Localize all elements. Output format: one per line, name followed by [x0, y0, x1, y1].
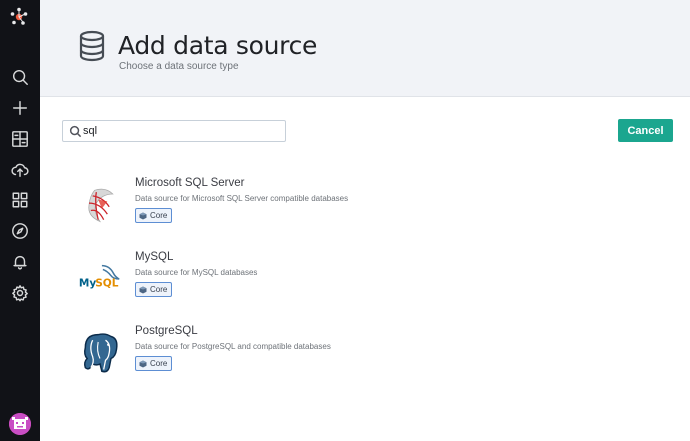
core-badge: Core	[135, 208, 173, 223]
avatar[interactable]	[9, 413, 31, 435]
mssql-logo	[76, 181, 124, 229]
mysql-logo: My SQL	[76, 255, 124, 303]
database-icon	[78, 30, 106, 62]
datasource-name: MySQL	[135, 251, 174, 263]
explore-icon[interactable]	[9, 220, 31, 242]
sidebar	[0, 0, 40, 441]
datasource-description: Data source for MySQL databases	[135, 268, 258, 277]
search-icon	[69, 125, 82, 138]
datasource-description: Data source for Microsoft SQL Server com…	[135, 194, 349, 203]
datasource-name: Microsoft SQL Server	[135, 177, 245, 189]
datasource-description: Data source for PostgreSQL and compatibl…	[135, 342, 331, 351]
gear-icon[interactable]	[9, 282, 31, 304]
datasource-item-mysql[interactable]: My SQL MySQL Data source for MySQL datab…	[62, 251, 672, 317]
core-badge: Core	[135, 282, 173, 297]
apps-icon[interactable]	[9, 189, 31, 211]
cube-icon	[139, 360, 147, 367]
core-badge: Core	[135, 356, 173, 371]
badge-label: Core	[150, 285, 168, 294]
page-title: Add data source	[118, 31, 318, 60]
dashboards-icon[interactable]	[9, 128, 31, 150]
search-input[interactable]	[83, 122, 281, 140]
badge-label: Core	[150, 211, 168, 220]
upload-icon[interactable]	[9, 159, 31, 181]
svg-text:SQL: SQL	[95, 278, 119, 290]
badge-label: Core	[150, 359, 168, 368]
datasource-item-mssql[interactable]: Microsoft SQL Server Data source for Mic…	[62, 177, 672, 243]
search-icon[interactable]	[9, 66, 31, 88]
cube-icon	[139, 212, 147, 219]
search-field[interactable]	[62, 120, 286, 142]
postgresql-logo	[76, 329, 124, 377]
plus-icon[interactable]	[9, 97, 31, 119]
datasource-name: PostgreSQL	[135, 325, 198, 337]
datasource-item-postgresql[interactable]: PostgreSQL Data source for PostgreSQL an…	[62, 325, 672, 391]
svg-text:My: My	[79, 278, 96, 290]
cancel-button[interactable]: Cancel	[618, 119, 673, 142]
bell-icon[interactable]	[9, 251, 31, 273]
page-header: Add data source Choose a data source typ…	[40, 0, 690, 97]
grafana-logo-icon[interactable]	[8, 6, 30, 28]
page-subtitle: Choose a data source type	[119, 61, 239, 72]
cube-icon	[139, 286, 147, 293]
